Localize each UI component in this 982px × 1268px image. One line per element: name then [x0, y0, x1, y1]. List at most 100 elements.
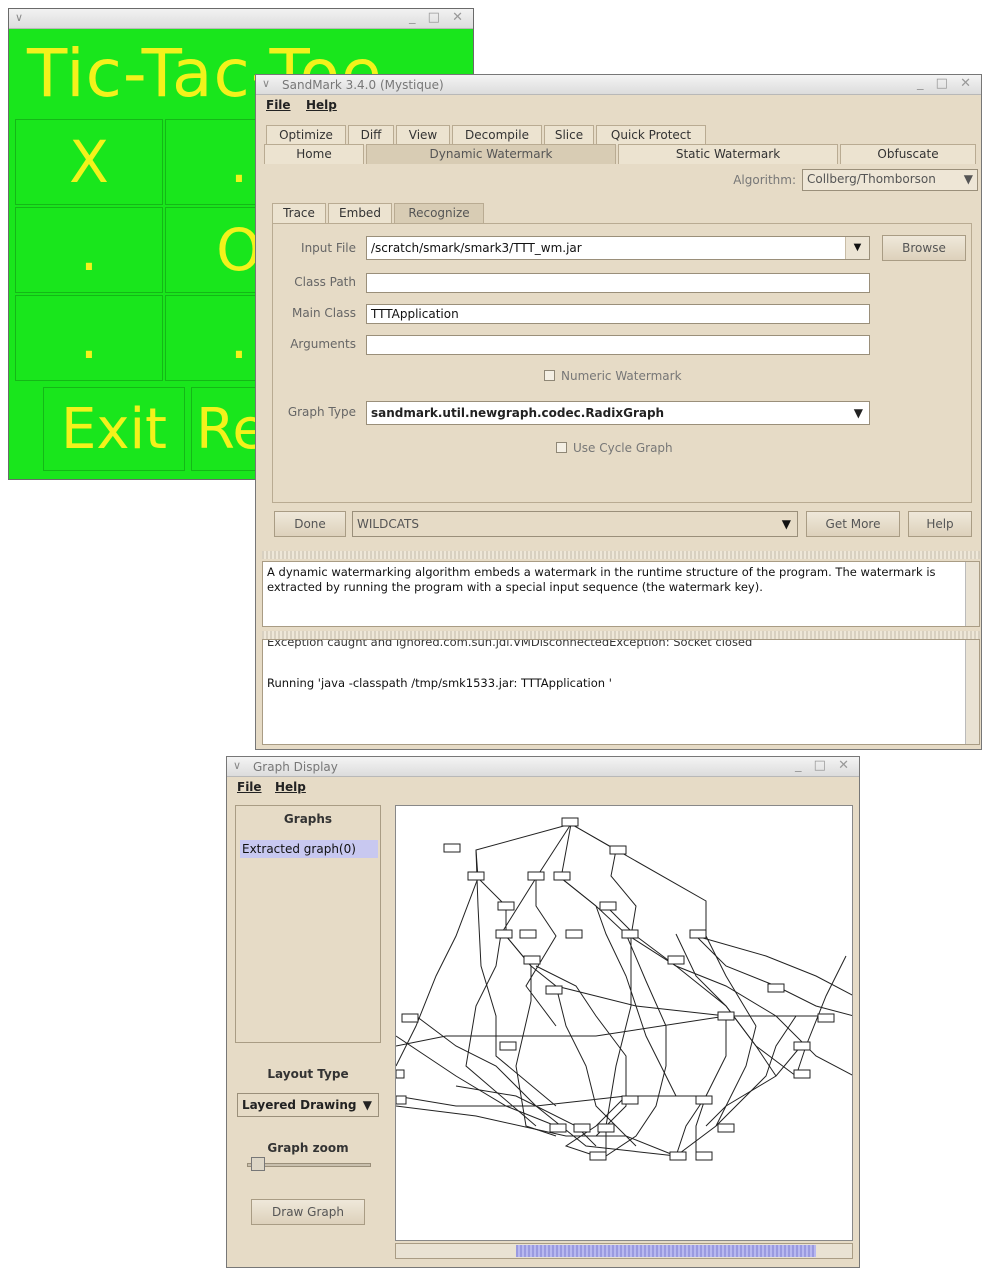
- menu-file[interactable]: File: [266, 98, 291, 112]
- menu-help[interactable]: Help: [275, 780, 306, 794]
- menu-file[interactable]: File: [237, 780, 262, 794]
- graph-node[interactable]: [597, 1123, 615, 1133]
- exit-button[interactable]: Exit: [43, 387, 185, 471]
- graph-node[interactable]: [549, 1123, 567, 1133]
- graph-node[interactable]: [396, 1069, 405, 1079]
- graph-node[interactable]: [519, 929, 537, 939]
- layout-select[interactable]: Layered Drawing ▼: [237, 1093, 379, 1117]
- algorithm-select[interactable]: Collberg/Thomborson ▼: [802, 169, 978, 191]
- use-cycle-graph-checkbox[interactable]: Use Cycle Graph: [556, 441, 673, 455]
- done-button[interactable]: Done: [274, 511, 346, 537]
- arguments-field[interactable]: [366, 335, 870, 355]
- tab-home[interactable]: Home: [264, 144, 364, 164]
- sandmark-titlebar[interactable]: ∨ SandMark 3.4.0 (Mystique) _ □ ✕: [256, 75, 981, 95]
- graph-node[interactable]: [621, 929, 639, 939]
- graph-node[interactable]: [589, 1151, 607, 1161]
- graphs-list[interactable]: Graphs Extracted graph(0): [235, 805, 381, 1043]
- checkbox-icon[interactable]: [556, 442, 567, 453]
- graph-node[interactable]: [545, 985, 563, 995]
- log-scrollbar[interactable]: [965, 640, 979, 744]
- scrollbar-thumb[interactable]: [516, 1245, 816, 1257]
- graph-node[interactable]: [717, 1011, 735, 1021]
- graph-node[interactable]: [669, 1151, 687, 1161]
- tab-diff[interactable]: Diff: [348, 125, 394, 145]
- graph-node[interactable]: [565, 929, 583, 939]
- key-select[interactable]: WILDCATS ▼: [352, 511, 798, 537]
- graph-node[interactable]: [573, 1123, 591, 1133]
- tictactoe-titlebar[interactable]: ∨ _ □ ✕: [9, 9, 473, 29]
- graph-node[interactable]: [467, 871, 485, 881]
- board-cell[interactable]: .: [15, 295, 163, 381]
- splitter-handle[interactable]: [262, 631, 980, 639]
- subtab-recognize[interactable]: Recognize: [394, 203, 484, 223]
- input-file-combo[interactable]: /scratch/smark/smark3/TTT_wm.jar ▼: [366, 236, 870, 260]
- graph-hscrollbar[interactable]: [395, 1243, 853, 1259]
- tab-obfuscate[interactable]: Obfuscate: [840, 144, 976, 164]
- graph-display-titlebar[interactable]: ∨ Graph Display _ □ ✕: [227, 757, 859, 777]
- board-cell[interactable]: .: [15, 207, 163, 293]
- algorithm-label: Algorithm:: [733, 173, 796, 187]
- layout-value: Layered Drawing: [242, 1098, 357, 1112]
- graph-node[interactable]: [689, 929, 707, 939]
- menu-help[interactable]: Help: [306, 98, 337, 112]
- chevron-down-icon[interactable]: ▼: [845, 237, 869, 259]
- graph-node[interactable]: [793, 1069, 811, 1079]
- subtab-embed[interactable]: Embed: [328, 203, 392, 223]
- graph-type-value: sandmark.util.newgraph.codec.RadixGraph: [371, 406, 665, 420]
- description-scrollbar[interactable]: [965, 562, 979, 626]
- graph-node[interactable]: [497, 901, 515, 911]
- graph-node[interactable]: [667, 955, 685, 965]
- graph-node[interactable]: [443, 843, 461, 853]
- browse-button[interactable]: Browse: [882, 235, 966, 261]
- splitter-handle[interactable]: [262, 551, 980, 559]
- tab-view[interactable]: View: [396, 125, 450, 145]
- tab-slice[interactable]: Slice: [544, 125, 594, 145]
- graph-node[interactable]: [553, 871, 571, 881]
- graph-type-select[interactable]: sandmark.util.newgraph.codec.RadixGraph …: [366, 401, 870, 425]
- main-class-field[interactable]: TTTApplication: [366, 304, 870, 324]
- graph-node[interactable]: [793, 1041, 811, 1051]
- subtab-trace[interactable]: Trace: [272, 203, 326, 223]
- window-controls[interactable]: _ □ ✕: [917, 76, 975, 91]
- graph-canvas[interactable]: [395, 805, 853, 1241]
- tab-dynamic-watermark[interactable]: Dynamic Watermark: [366, 144, 616, 164]
- graph-node[interactable]: [396, 1095, 407, 1105]
- graph-node[interactable]: [499, 1041, 517, 1051]
- help-button[interactable]: Help: [908, 511, 972, 537]
- draw-graph-button[interactable]: Draw Graph: [251, 1199, 365, 1225]
- graph-node[interactable]: [523, 955, 541, 965]
- description-area[interactable]: A dynamic watermarking algorithm embeds …: [262, 561, 980, 627]
- class-path-field[interactable]: [366, 273, 870, 293]
- list-item[interactable]: Extracted graph(0): [240, 840, 378, 858]
- chevron-down-icon: ▼: [853, 406, 863, 420]
- tab-static-watermark[interactable]: Static Watermark: [618, 144, 838, 164]
- zoom-slider-track[interactable]: [247, 1163, 371, 1167]
- board-cell[interactable]: X: [15, 119, 163, 205]
- graph-node[interactable]: [621, 1095, 639, 1105]
- tab-decompile[interactable]: Decompile: [452, 125, 542, 145]
- checkbox-icon[interactable]: [544, 370, 555, 381]
- graph-node[interactable]: [609, 845, 627, 855]
- log-area[interactable]: Exception caught and ignored.com.sun.jdi…: [262, 639, 980, 745]
- tab-quick-protect[interactable]: Quick Protect: [596, 125, 706, 145]
- graph-node[interactable]: [599, 901, 617, 911]
- graph-node[interactable]: [495, 929, 513, 939]
- graph-node[interactable]: [561, 817, 579, 827]
- get-more-button[interactable]: Get More: [806, 511, 900, 537]
- graph-node[interactable]: [767, 983, 785, 993]
- numeric-watermark-checkbox[interactable]: Numeric Watermark: [544, 369, 682, 383]
- window-controls[interactable]: _ □ ✕: [795, 758, 853, 773]
- window-menu-icon[interactable]: ∨: [262, 77, 270, 90]
- graph-node[interactable]: [401, 1013, 419, 1023]
- graph-node[interactable]: [817, 1013, 835, 1023]
- tab-optimize[interactable]: Optimize: [266, 125, 346, 145]
- graph-node[interactable]: [527, 871, 545, 881]
- graph-node[interactable]: [695, 1095, 713, 1105]
- graph-node[interactable]: [717, 1123, 735, 1133]
- graph-node[interactable]: [695, 1151, 713, 1161]
- window-controls[interactable]: _ □ ✕: [409, 10, 467, 25]
- menubar: File Help: [256, 95, 981, 115]
- zoom-slider-handle[interactable]: [251, 1157, 265, 1171]
- window-menu-icon[interactable]: ∨: [233, 759, 241, 772]
- window-menu-icon[interactable]: ∨: [15, 11, 23, 24]
